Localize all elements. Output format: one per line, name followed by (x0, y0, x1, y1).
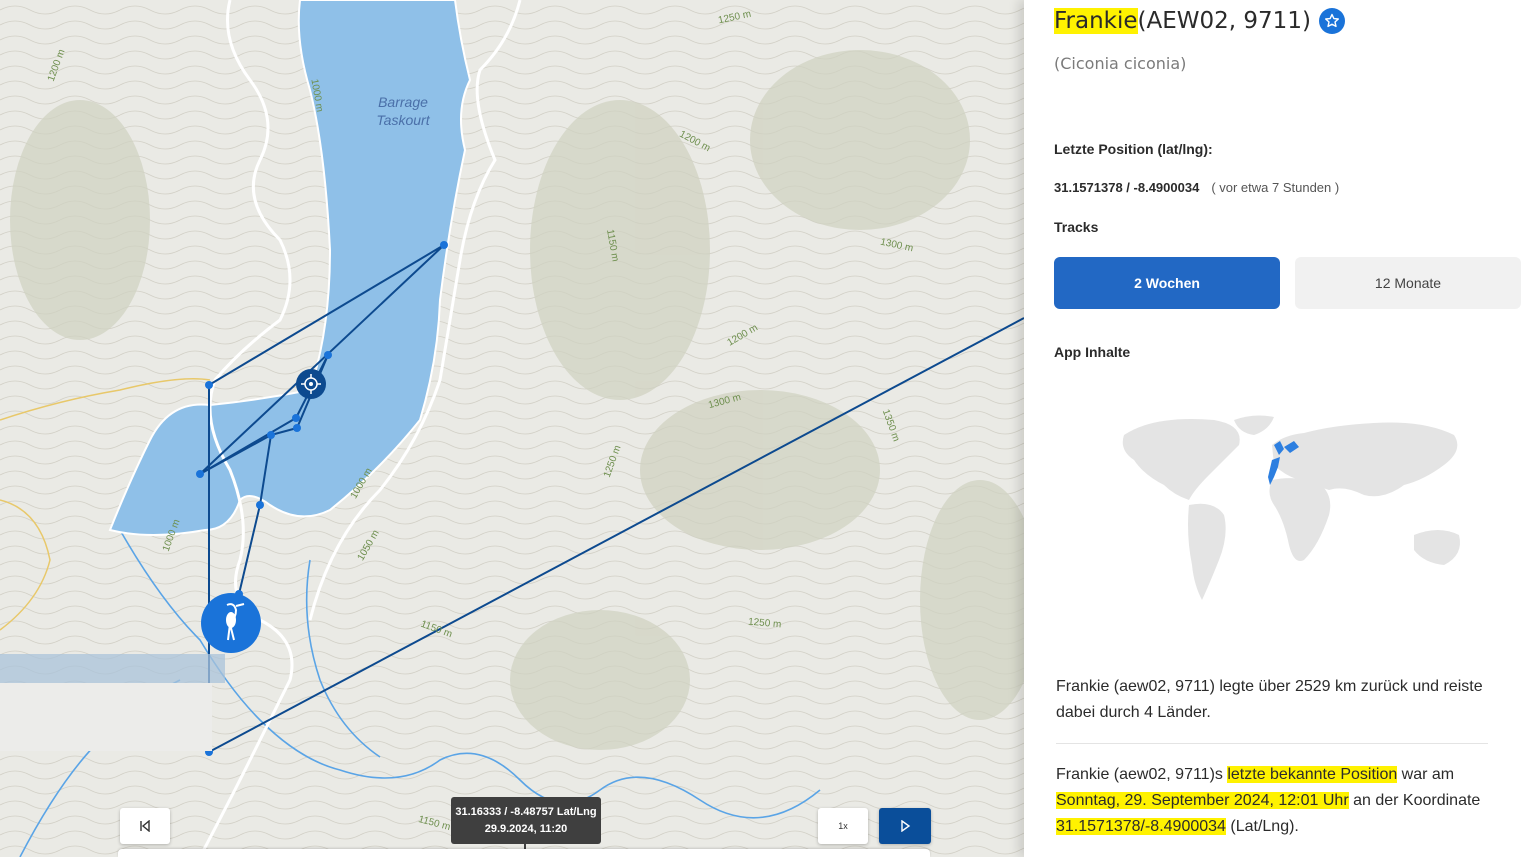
species-name: (Ciconia ciconia) (1054, 54, 1187, 73)
time-ago: ( vor etwa 7 Stunden ) (1211, 180, 1340, 195)
lake-label: Barrage Taskourt (376, 94, 430, 128)
position-description: Frankie (aew02, 9711)s letzte bekannte P… (1056, 766, 1481, 835)
favorite-star-icon[interactable] (1318, 8, 1345, 34)
tooltip-time: 29.9.2024, 11:20 (484, 822, 568, 835)
skip-back-icon (140, 820, 150, 832)
play-button[interactable] (879, 808, 931, 844)
speed-button[interactable]: 1x (818, 808, 868, 844)
summary-text: Frankie (aew02, 9711) legte über 2529 km… (1056, 678, 1483, 721)
coords-value: 31.1571378 / -8.4900034 (1054, 180, 1200, 195)
animal-name: Frankie (1054, 8, 1138, 34)
track-12-months-button[interactable]: 12 Monate (1295, 257, 1521, 309)
timeline-bar[interactable] (118, 849, 930, 857)
tracks-label: Tracks (1054, 219, 1099, 235)
track-2-weeks-button[interactable]: 2 Wochen (1054, 257, 1280, 309)
map-view[interactable]: Barrage Taskourt 1250 m 1200 m 1000 m 12… (0, 0, 1024, 857)
last-position-value: 31.1571378 / -8.4900034 ( vor etwa 7 Stun… (1054, 180, 1339, 195)
map-overlay-band (0, 654, 225, 683)
world-map (1122, 415, 1460, 600)
play-icon (901, 820, 911, 832)
animal-title: Frankie (AEW02, 9711) (1054, 8, 1345, 34)
skip-to-start-button[interactable] (120, 808, 170, 844)
app-content-label: App Inhalte (1054, 344, 1131, 360)
timeline-tooltip: 31.16333 / -8.48757 Lat/Lng 29.9.2024, 1… (451, 797, 601, 844)
animal-id: (AEW02, 9711) (1137, 8, 1311, 34)
map-overlay-panel (0, 683, 212, 751)
info-panel: Frankie (AEW02, 9711) (Ciconia ciconia) … (1024, 0, 1535, 857)
tooltip-coords: 31.16333 / -8.48757 Lat/Lng (455, 805, 597, 818)
stork-marker-icon[interactable] (201, 593, 261, 653)
last-position-label: Letzte Position (lat/lng): (1054, 141, 1213, 157)
target-position-icon[interactable] (296, 369, 326, 399)
divider (1056, 743, 1488, 744)
